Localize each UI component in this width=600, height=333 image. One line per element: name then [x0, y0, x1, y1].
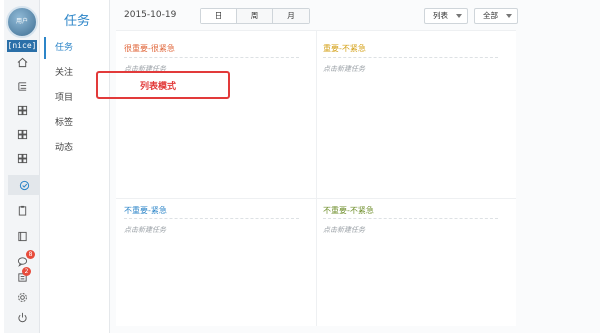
mode-select[interactable]: 列表 [424, 8, 468, 24]
power-icon[interactable] [12, 307, 32, 327]
apps-icon[interactable] [12, 124, 32, 144]
app-window: 用户 [nice] 8 2 任务 任务 关注 项目 标签 动态 2015-10-… [0, 0, 600, 333]
chat-badge: 8 [26, 250, 35, 259]
nav-title: 任务 [64, 14, 91, 29]
main-content: 2015-10-19 日 周 月 列表 全部 很重要-很紧急 点击新建任务 重要… [110, 0, 600, 333]
document-icon[interactable] [12, 226, 32, 246]
list-icon[interactable] [12, 76, 32, 96]
current-date: 2015-10-19 [124, 10, 177, 20]
view-day-button[interactable]: 日 [201, 9, 237, 23]
quadrant-title-urgent-important: 很重要-很紧急 [124, 44, 175, 53]
avatar-text: 用户 [15, 18, 28, 25]
quadrant-title-important-not-urgent: 重要-不紧急 [323, 44, 366, 53]
quadrant-new-task-link[interactable]: 点击新建任务 [323, 57, 498, 74]
icon-rail: 用户 [nice] 8 2 [4, 0, 40, 333]
quadrant-title-urgent-not-important: 不重要-紧急 [124, 206, 167, 215]
quadrant-divider-horizontal [116, 198, 516, 199]
filter-select-value: 全部 [483, 11, 498, 20]
quadrant-new-task-link[interactable]: 点击新建任务 [323, 218, 498, 235]
quadrant-divider-vertical [316, 30, 317, 326]
tasks-badge: 2 [22, 267, 31, 276]
annotation-highlight-box: 列表模式 [96, 71, 230, 99]
settings-icon[interactable] [12, 287, 32, 307]
toolbar: 2015-10-19 日 周 月 列表 全部 [110, 0, 532, 30]
view-switcher: 日 周 月 [200, 8, 310, 24]
chevron-down-icon [456, 14, 462, 18]
username-label: [nice] [7, 40, 37, 52]
task-check-icon[interactable] [8, 175, 40, 195]
quadrant-new-task-link[interactable]: 点击新建任务 [124, 218, 299, 235]
mode-select-value: 列表 [433, 11, 448, 20]
filter-select[interactable]: 全部 [474, 8, 518, 24]
secondary-nav: 任务 任务 关注 项目 标签 动态 [40, 0, 110, 333]
nav-item-tasks[interactable]: 任务 [44, 37, 108, 59]
view-week-button[interactable]: 周 [237, 9, 273, 23]
clipboard-icon[interactable] [12, 200, 32, 220]
quadrant-title-not-urgent-not-important: 不重要-不紧急 [323, 206, 374, 215]
view-month-button[interactable]: 月 [273, 9, 309, 23]
grid-alt-icon[interactable] [12, 148, 32, 168]
nav-item-activity[interactable]: 动态 [44, 137, 108, 159]
grid-icon[interactable] [12, 100, 32, 120]
avatar[interactable]: 用户 [6, 6, 38, 38]
home-icon[interactable] [12, 52, 32, 72]
chevron-down-icon [506, 14, 512, 18]
annotation-label: 列表模式 [140, 82, 177, 92]
nav-item-tags[interactable]: 标签 [44, 112, 108, 134]
